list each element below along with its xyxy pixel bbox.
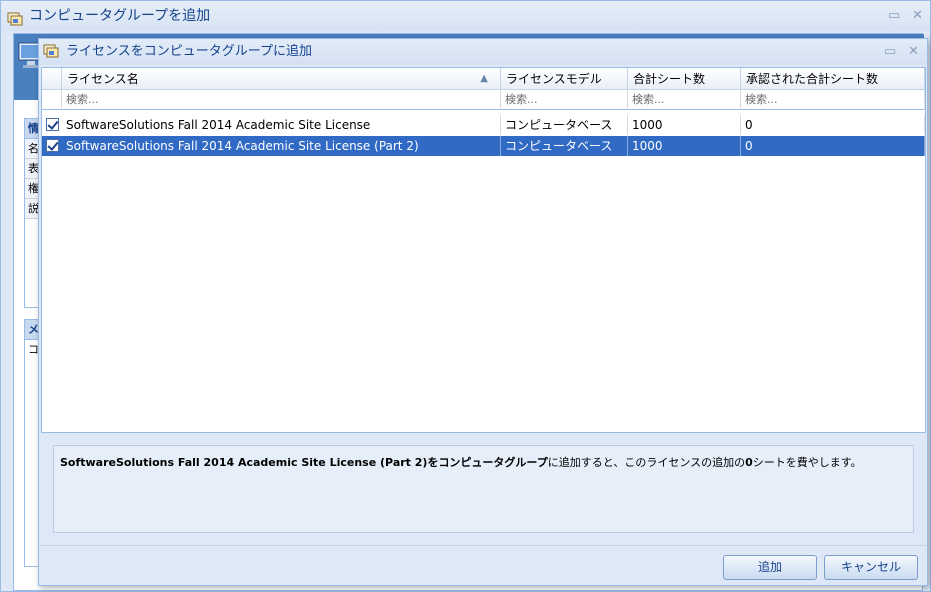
info-area: SoftwareSolutions Fall 2014 Academic Sit…: [41, 434, 926, 544]
license-model-cell: コンピュータベース: [501, 115, 628, 135]
filter-approved-seats-input[interactable]: 検索...: [741, 90, 925, 110]
license-name-cell: SoftwareSolutions Fall 2014 Academic Sit…: [62, 115, 501, 135]
column-header-approved-seats[interactable]: 承認された合計シート数: [741, 68, 925, 90]
dialog-button-bar: 追加 キャンセル: [41, 545, 926, 585]
filter-spacer: [42, 90, 62, 110]
info-group-name: コンピュータグループ: [438, 456, 548, 469]
table-row[interactable]: SoftwareSolutions Fall 2014 Academic Sit…: [42, 115, 925, 135]
app-window-icon: [43, 43, 59, 69]
column-header-total-seats[interactable]: 合計シート数: [628, 68, 741, 90]
table-row-selected[interactable]: SoftwareSolutions Fall 2014 Academic Sit…: [42, 136, 925, 156]
column-header-label: ライセンス名: [67, 72, 139, 86]
license-model-cell: コンピュータベース: [501, 136, 628, 156]
row-checkbox-cell[interactable]: [42, 136, 62, 156]
approved-seats-cell: 0: [741, 136, 925, 156]
info-license-name: SoftwareSolutions Fall 2014 Academic Sit…: [60, 456, 428, 469]
outer-window-titlebar: コンピュータグループを追加 ▭ ✕: [1, 1, 930, 31]
info-text-o: を: [427, 456, 439, 469]
checkbox-checked-icon[interactable]: [46, 118, 59, 131]
sort-ascending-icon: ▲: [480, 73, 488, 84]
outer-maximize-button[interactable]: ▭: [888, 9, 900, 23]
info-text-middle: に追加すると、このライセンスの追加の: [547, 456, 746, 469]
outer-window-title: コンピュータグループを追加: [29, 8, 211, 24]
approved-seats-cell: 0: [741, 115, 925, 135]
checkbox-checked-icon[interactable]: [46, 139, 59, 152]
dialog-close-button[interactable]: ✕: [908, 45, 919, 59]
dialog-title: ライセンスをコンピュータグループに追加: [66, 44, 312, 59]
cancel-button[interactable]: キャンセル: [824, 555, 918, 580]
info-text-end: シートを費やします。: [752, 456, 862, 469]
dialog-maximize-button[interactable]: ▭: [884, 45, 896, 59]
total-seats-cell: 1000: [628, 115, 741, 135]
column-header-license-model[interactable]: ライセンスモデル: [501, 68, 628, 90]
license-name-cell: SoftwareSolutions Fall 2014 Academic Sit…: [62, 136, 501, 156]
info-message: SoftwareSolutions Fall 2014 Academic Sit…: [53, 445, 914, 533]
license-grid: ライセンス名 ▲ ライセンスモデル 合計シート数 承認された合計シート数 検索.…: [41, 67, 926, 433]
filter-license-name-input[interactable]: 検索...: [62, 90, 501, 110]
info-seat-count: 0: [745, 456, 753, 469]
dialog-titlebar: ライセンスをコンピュータグループに追加 ▭ ✕: [39, 39, 927, 65]
filter-total-seats-input[interactable]: 検索...: [628, 90, 741, 110]
add-button[interactable]: 追加: [723, 555, 817, 580]
add-license-dialog: ライセンスをコンピュータグループに追加 ▭ ✕ ライセンス名 ▲ ライセンスモデ…: [38, 38, 928, 586]
total-seats-cell: 1000: [628, 136, 741, 156]
outer-close-button[interactable]: ✕: [912, 9, 923, 23]
filter-license-model-input[interactable]: 検索...: [501, 90, 628, 110]
row-checkbox-cell[interactable]: [42, 115, 62, 135]
column-header-license-name[interactable]: ライセンス名 ▲: [62, 68, 501, 90]
checkbox-column-header[interactable]: [42, 68, 62, 90]
